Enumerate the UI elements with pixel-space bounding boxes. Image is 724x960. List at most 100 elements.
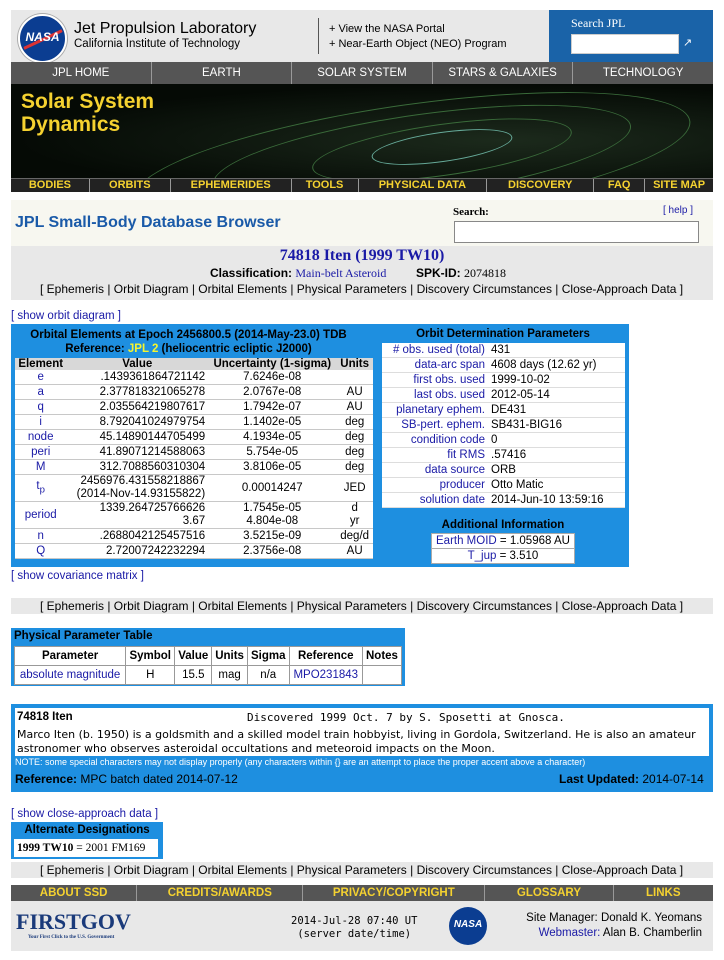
physical-parameter-panel: Physical Parameter Table Parameter Symbo… (11, 628, 405, 686)
table-row: # obs. used (total) 431 (382, 343, 625, 358)
classification-link[interactable]: Main-belt Asteroid (295, 266, 386, 280)
table-row-tp: tp 2456976.431558218867 (2014-Nov-14.9315… (15, 474, 373, 502)
table-row: Q 2.72007242232294 2.3756e-08 AU (15, 543, 373, 559)
nav-faq[interactable]: FAQ (594, 179, 646, 192)
physical-parameter-table: Parameter Symbol Value Units Sigma Refer… (13, 646, 403, 685)
nasa-portal-link[interactable]: + View the NASA Portal (329, 22, 507, 37)
jpl-search: Search JPL ↗ (549, 10, 713, 62)
table-row: last obs. used 2012-05-14 (382, 387, 625, 403)
table-row: absolute magnitude H 15.5 mag n/a MPO231… (13, 665, 403, 685)
table-row: condition code 0 (382, 432, 625, 448)
object-classification: Classification: Main-belt Asteroid (210, 266, 387, 280)
section-links[interactable]: [ Ephemeris | Orbit Diagram | Orbital El… (40, 863, 683, 877)
nasa-logo[interactable]: NASA (18, 14, 67, 63)
header-divider (318, 18, 319, 54)
table-row: n .2688042125457516 3.5215e-09 deg/d (15, 528, 373, 544)
jpl-search-label: Search JPL (571, 16, 626, 30)
nav-solar-system[interactable]: SOLAR SYSTEM (292, 62, 433, 84)
header-links: + View the NASA Portal + Near-Earth Obje… (329, 22, 507, 52)
table-row: planetary ephem. DE431 (382, 402, 625, 418)
tjup-link[interactable]: T_jup (468, 550, 497, 562)
alternate-designations-title: Alternate Designations (24, 824, 150, 836)
citation-text: Marco Iten (b. 1950) is a goldsmith and … (17, 728, 696, 755)
sbdb-title-strip: JPL Small-Body Database Browser Search: … (11, 200, 713, 246)
table-row: solution date 2014-Jun-10 13:59:16 (382, 492, 625, 508)
nav-jpl-home[interactable]: JPL HOME (11, 62, 152, 84)
nasa-logo[interactable]: NASA (449, 907, 487, 945)
sbdb-search-input[interactable] (454, 221, 699, 243)
additional-info-table: Earth MOID = 1.05968 AU T_jup = 3.510 (431, 533, 575, 564)
neo-program-link[interactable]: + Near-Earth Object (NEO) Program (329, 37, 507, 52)
orbital-elements-panel: Orbital Elements at Epoch 2456800.5 (201… (11, 324, 629, 567)
orbit-determination-heading: Orbit Determination Parameters (416, 328, 590, 340)
table-row: producer Otto Matic (382, 477, 625, 493)
col-element: Element (15, 358, 67, 370)
footer-credits[interactable]: CREDITS/AWARDS (137, 885, 304, 901)
footer: FIRSTGOV Your First Click to the U.S. Gov… (11, 901, 713, 951)
table-row: q 2.035564219807617 1.7942e-07 AU (15, 399, 373, 415)
table-row: M 312.7088560310304 3.8106e-05 deg (15, 459, 373, 475)
special-chars-note: NOTE: some special characters may not di… (15, 757, 586, 767)
table-row: first obs. used 1999-10-02 (382, 372, 625, 388)
table-row: fit RMS .57416 (382, 447, 625, 463)
object-name: 74818 Iten (1999 TW10) (279, 247, 445, 264)
nav-tools[interactable]: TOOLS (292, 179, 359, 192)
nav-stars-galaxies[interactable]: STARS & GALAXIES (433, 62, 574, 84)
nav-orbits[interactable]: ORBITS (90, 179, 171, 192)
col-uncertainty: Uncertainty (1-sigma) (208, 358, 337, 370)
footer-about-ssd[interactable]: ABOUT SSD (11, 885, 138, 901)
discovery-circumstances: Discovered 1999 Oct. 7 by S. Sposetti at… (247, 711, 565, 724)
nav-ephemerides[interactable]: EPHEMERIDES (171, 179, 292, 192)
table-row: data-arc span 4608 days (12.62 yr) (382, 357, 625, 373)
table-row: i 8.792041024979754 1.1402e-05 deg (15, 414, 373, 430)
col-value: Value (66, 358, 209, 370)
nav-discovery[interactable]: DISCOVERY (487, 179, 595, 192)
firstgov-logo[interactable]: FIRSTGOV Your First Click to the U.S. Gov… (16, 909, 131, 940)
col-units: Units (336, 358, 373, 370)
top-nav: JPL HOME EARTH SOLAR SYSTEM STARS & GALA… (11, 62, 713, 84)
section-links-bar-2: [ Ephemeris | Orbit Diagram | Orbital El… (11, 598, 713, 614)
discovery-panel: 74818 Iten Discovered 1999 Oct. 7 by S. … (11, 704, 713, 792)
moid-link[interactable]: Earth MOID (436, 535, 497, 547)
footer-privacy[interactable]: PRIVACY/COPYRIGHT (303, 885, 486, 901)
nav-site-map[interactable]: SITE MAP (645, 179, 713, 192)
orbital-elements-heading: Orbital Elements at Epoch 2456800.5 (201… (30, 329, 347, 355)
alternate-designations-panel: Alternate Designations 1999 TW10 = 2001 … (11, 822, 163, 859)
table-row: data source ORB (382, 462, 625, 478)
nav-bodies[interactable]: BODIES (11, 179, 90, 192)
alternate-designations-value: 1999 TW10 = 2001 FM169 (14, 839, 158, 857)
table-row: a 2.377818321065278 2.0767e-08 AU (15, 384, 373, 400)
show-covariance-link[interactable]: [ show covariance matrix ] (11, 570, 144, 582)
nav-technology[interactable]: TECHNOLOGY (573, 62, 713, 84)
table-row: T_jup = 3.510 (431, 548, 575, 564)
jpl-search-input[interactable] (571, 34, 679, 54)
orbit-determination-table: # obs. used (total) 431 data-arc span 4608… (382, 343, 625, 508)
webmaster-link[interactable]: Webmaster: (539, 927, 601, 939)
section-links[interactable]: [ Ephemeris | Orbit Diagram | Orbital El… (40, 282, 683, 296)
last-updated: Last Updated: 2014-07-14 (559, 772, 704, 786)
footer-glossary[interactable]: GLOSSARY (485, 885, 614, 901)
ssd-banner: Solar System Dynamics (11, 84, 713, 178)
table-row-period: period 1339.264725766626 3.67 1.7545e-05 4… (15, 501, 373, 529)
section-links[interactable]: [ Ephemeris | Orbit Diagram | Orbital El… (40, 599, 683, 613)
physical-parameter-title: Physical Parameter Table (14, 630, 153, 642)
help-link[interactable]: [ help ] (663, 205, 693, 216)
ssd-nav: BODIES ORBITS EPHEMERIDES TOOLS PHYSICAL… (11, 178, 713, 192)
table-row: e .1439361864721142 7.6246e-08 (15, 370, 373, 385)
footer-links[interactable]: LINKS (614, 885, 713, 901)
show-orbit-diagram-link[interactable]: [ show orbit diagram ] (11, 310, 121, 322)
jpl-header: NASA Jet Propulsion Laboratory Californi… (11, 10, 713, 63)
page-title: JPL Small-Body Database Browser (15, 214, 281, 231)
nav-physical-data[interactable]: PHYSICAL DATA (359, 179, 488, 192)
table-row: Earth MOID = 1.05968 AU (431, 533, 575, 549)
nav-earth[interactable]: EARTH (152, 62, 293, 84)
orbital-elements-table: Element Value Uncertainty (1-sigma) Unit… (15, 358, 373, 559)
banner-title: Solar System Dynamics (21, 90, 155, 136)
table-row: node 45.14890144705499 4.1934e-05 deg (15, 429, 373, 445)
site-credits: Site Manager: Donald K. Yeomans Webmaste… (526, 912, 702, 939)
jpl-title[interactable]: Jet Propulsion Laboratory (74, 20, 256, 38)
search-go-icon[interactable]: ↗ (683, 36, 692, 49)
object-header: 74818 Iten (1999 TW10) Classification: M… (11, 246, 713, 300)
table-row: peri 41.89071214588063 5.754e-05 deg (15, 444, 373, 460)
show-close-approach-link[interactable]: [ show close-approach data ] (11, 808, 158, 820)
